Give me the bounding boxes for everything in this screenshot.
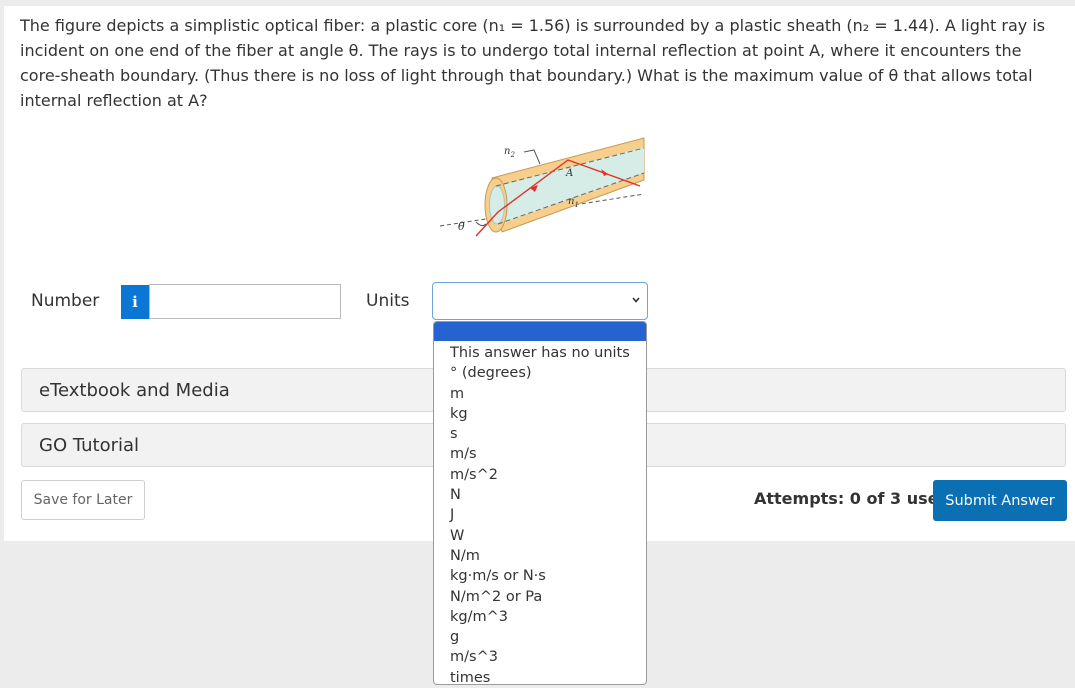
units-option[interactable]: W <box>450 526 646 546</box>
n2-label: n2 <box>504 146 515 159</box>
units-label: Units <box>366 291 410 311</box>
units-select[interactable] <box>432 282 648 320</box>
etextbook-media-label: eTextbook and Media <box>39 380 230 401</box>
units-option[interactable]: N/m^2 or Pa <box>450 587 646 607</box>
chevron-down-icon <box>632 297 640 303</box>
number-input[interactable] <box>149 284 341 319</box>
units-option[interactable]: m/s^3 <box>450 647 646 667</box>
theta-label: θ <box>458 220 465 233</box>
units-option[interactable]: N/m <box>450 546 646 566</box>
units-option[interactable]: kg/m^3 <box>450 607 646 627</box>
units-option[interactable]: kg <box>450 404 646 424</box>
units-option[interactable]: m <box>450 384 646 404</box>
units-option[interactable]: m/s <box>450 444 646 464</box>
attempts-counter: Attempts: 0 of 3 used <box>754 489 950 508</box>
units-option[interactable]: N <box>450 485 646 505</box>
units-dropdown-list: This answer has no units ° (degrees) m k… <box>433 321 647 685</box>
units-option[interactable]: s <box>450 424 646 444</box>
units-option[interactable]: J <box>450 505 646 525</box>
point-a-label: A <box>565 168 573 179</box>
save-for-later-button[interactable]: Save for Later <box>21 480 145 520</box>
question-text: The figure depicts a simplistic optical … <box>20 16 1046 110</box>
units-option-blank-highlighted[interactable] <box>434 322 646 341</box>
units-option[interactable]: times <box>450 668 646 684</box>
number-label: Number <box>31 291 100 311</box>
units-option[interactable]: g <box>450 627 646 647</box>
units-option[interactable]: m/s^2 <box>450 465 646 485</box>
units-option[interactable]: kg·m/s or N·s <box>450 566 646 586</box>
optical-fiber-figure: n2 A n1 θ <box>439 137 645 237</box>
info-icon[interactable]: i <box>121 285 149 319</box>
units-option[interactable]: ° (degrees) <box>450 363 646 383</box>
units-option[interactable]: This answer has no units <box>450 343 646 363</box>
submit-answer-button[interactable]: Submit Answer <box>933 480 1067 521</box>
go-tutorial-label: GO Tutorial <box>39 435 140 456</box>
